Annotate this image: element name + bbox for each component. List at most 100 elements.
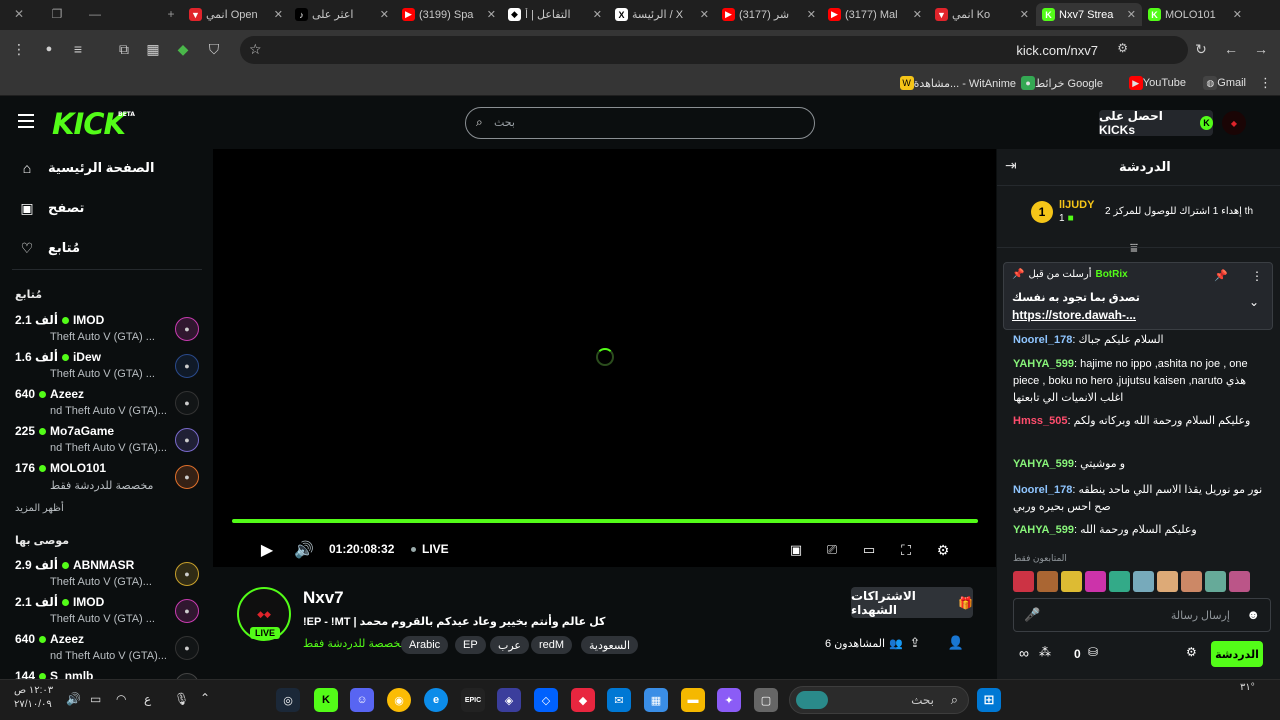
subscriber-avatar[interactable] — [1013, 571, 1034, 592]
channel-item[interactable]: 144S_nmlb● — [0, 669, 212, 679]
chat-username[interactable]: YAHYA_599 — [1013, 524, 1074, 536]
file-explorer-icon[interactable]: ▬ — [681, 688, 705, 712]
playlist-icon[interactable]: ≡ — [67, 38, 89, 60]
unpin-icon[interactable]: 📌 — [1214, 269, 1228, 282]
play-icon[interactable]: ▶ — [256, 539, 278, 561]
search-input[interactable]: ⌕ بحث — [465, 107, 815, 139]
gift-subs-button[interactable]: الاشتراكات الشهداء 🎁 — [851, 587, 973, 618]
subscriber-avatar[interactable] — [1157, 571, 1178, 592]
subscriber-avatar[interactable] — [1037, 571, 1058, 592]
browser-tab[interactable]: K Nxv7 Strea ✕ — [1036, 3, 1142, 26]
stream-category[interactable]: مخصصة للدردشة فقط — [303, 637, 406, 650]
progress-bar[interactable] — [232, 519, 978, 523]
tab-close-icon[interactable]: ✕ — [588, 8, 602, 21]
channel-item[interactable]: 225 Mo7aGame nd Theft Auto V (GTA)... ● — [0, 424, 212, 460]
channel-item[interactable]: 1.6 ألف iDew Theft Auto V (GTA) ... ● — [0, 350, 212, 386]
channel-item[interactable]: 2.9 ألف ABNMASR Theft Auto V (GTA)... ● — [0, 558, 212, 594]
bookmark-google-maps[interactable]: ● خرائط Google — [1016, 74, 1103, 92]
hamburger-menu-icon[interactable] — [18, 114, 34, 128]
chat-username[interactable]: YAHYA_599 — [1013, 458, 1074, 470]
get-kicks-button[interactable]: احصل على KICKs K — [1099, 109, 1213, 137]
bookmark-gmail[interactable]: ◍ Gmail — [1198, 74, 1246, 92]
tab-close-icon[interactable]: ✕ — [269, 8, 283, 21]
weather-temp[interactable]: ٣١° — [1240, 682, 1255, 693]
address-bar[interactable]: ☆ ⚙ kick.com/nxv7 — [240, 36, 1188, 64]
browser-tab[interactable]: ▶ (3177) Mal ✕ — [822, 3, 928, 26]
chat-input[interactable]: 🎤 إرسال رسالة ☻ — [1013, 598, 1271, 632]
extensions-icon[interactable]: ⧉ — [113, 38, 135, 60]
subscriber-avatar[interactable] — [1133, 571, 1154, 592]
tab-close-icon[interactable]: ✕ — [482, 8, 496, 21]
subscriber-avatar[interactable] — [1181, 571, 1202, 592]
outlook-icon[interactable]: ✉ — [607, 688, 631, 712]
browser-tab[interactable]: K MOLO101 ✕ — [1142, 3, 1248, 26]
kick-app-icon[interactable]: K — [314, 688, 338, 712]
bookmark-star-icon[interactable]: ☆ — [249, 41, 262, 58]
channel-item[interactable]: 640 Azeez nd Theft Auto V (GTA)... ● — [0, 387, 212, 423]
nav-browse[interactable]: ▣ تصفح — [18, 197, 84, 219]
dropbox-icon[interactable]: ◇ — [534, 688, 558, 712]
bookmark-youtube[interactable]: ▶ YouTube — [1124, 74, 1186, 92]
microphone-icon[interactable]: 🎤 — [1024, 607, 1040, 623]
kick-logo[interactable]: KICK BETA — [52, 107, 135, 141]
input-language[interactable]: ع — [144, 692, 151, 706]
chat-settings-icon[interactable]: ⚙ — [1186, 645, 1197, 659]
chat-username[interactable]: Hmss_505 — [1013, 415, 1067, 427]
collapse-chat-icon[interactable]: ⇥ — [1005, 157, 1017, 174]
tag[interactable]: redM — [531, 636, 573, 654]
red-app-icon[interactable]: ◆ — [571, 688, 595, 712]
fullscreen-icon[interactable]: ⛶ — [895, 539, 917, 561]
tab-close-icon[interactable]: ✕ — [1228, 8, 1242, 21]
infinity-icon[interactable]: ∞ — [1019, 645, 1029, 661]
subscriber-avatar[interactable] — [1205, 571, 1226, 592]
channel-item[interactable]: 176 MOLO101 مخصصة للدردشة فقط ● — [0, 461, 212, 497]
subscriber-avatar[interactable] — [1085, 571, 1106, 592]
chat-username[interactable]: Noorel_178 — [1013, 484, 1072, 496]
pinned-user[interactable]: BotRix — [1095, 269, 1127, 280]
steam-icon[interactable]: ◎ — [276, 688, 300, 712]
chat-username[interactable]: Noorel_178 — [1013, 334, 1072, 346]
tab-close-icon[interactable]: ✕ — [375, 8, 389, 21]
nav-following[interactable]: ♡ مُتابع — [18, 237, 80, 259]
volume-icon[interactable]: 🔊 — [293, 539, 315, 561]
send-chat-button[interactable]: الدردشة — [1211, 641, 1263, 667]
browser-menu-icon[interactable]: ⋮ — [8, 38, 30, 60]
streamer-name[interactable]: Nxv7 — [303, 588, 344, 608]
chevron-down-icon[interactable]: ⌄ — [1249, 295, 1259, 309]
pinned-link[interactable]: https://store.dawah-... — [1012, 308, 1136, 322]
extension-shield-icon[interactable]: ◆ — [172, 38, 194, 60]
channel-item[interactable]: 2.1 ألف IMOD Theft Auto V (GTA) ... ● — [0, 595, 212, 631]
extension-guard-icon[interactable]: ⛉ — [203, 38, 225, 60]
wifi-icon[interactable]: ◠ — [116, 692, 126, 706]
bookmarks-menu-icon[interactable]: ⋮ — [1259, 74, 1272, 92]
taskview-icon[interactable]: ▢ — [754, 688, 778, 712]
system-clock[interactable]: ١٢:٠٣ ص ٢٧/١٠/٠٩ — [14, 684, 53, 712]
tag[interactable]: السعودية — [581, 636, 639, 654]
minimize-window-icon[interactable]: — — [76, 0, 114, 28]
emoji-icon[interactable]: ☻ — [1246, 607, 1260, 622]
subscriber-avatar[interactable] — [1109, 571, 1130, 592]
more-options-icon[interactable]: ⋮ — [1251, 269, 1263, 283]
copilot-icon[interactable]: ✦ — [717, 688, 741, 712]
back-icon[interactable]: ← — [1220, 38, 1242, 60]
app-icon[interactable]: ◈ — [497, 688, 521, 712]
filter-icon[interactable]: ⩸ — [1130, 240, 1138, 256]
show-more-link[interactable]: أظهر المزيد — [15, 503, 64, 514]
theater-mode-icon[interactable]: ▭ — [858, 539, 880, 561]
gift-leaderboard[interactable]: 1 llJUDY 1 ■ إهداء 1 اشتراك للوصول للمركز… — [997, 187, 1280, 239]
browser-tab[interactable]: ▼ انمي Open ✕ — [183, 3, 289, 26]
settings-gear-icon[interactable]: ⚙ — [932, 539, 954, 561]
points-icon[interactable]: ⛁ — [1088, 645, 1098, 659]
nav-home[interactable]: ⌂ الصفحة الرئيسية — [18, 157, 155, 179]
tab-close-icon[interactable]: ✕ — [802, 8, 816, 21]
tag[interactable]: EP — [455, 636, 486, 654]
browser-tab[interactable]: ◆ التفاعل | أ ✕ — [502, 3, 608, 26]
forward-icon[interactable]: → — [1250, 38, 1272, 60]
reload-icon[interactable]: ↻ — [1190, 38, 1212, 60]
site-settings-icon[interactable]: ⚙ — [1117, 41, 1128, 55]
speaker-icon[interactable]: 🔊 — [66, 692, 81, 706]
bookmark-witanime[interactable]: W مشاهدة... - WitAnime — [895, 74, 1016, 92]
tab-close-icon[interactable]: ✕ — [1015, 8, 1029, 21]
chevron-up-icon[interactable]: ⌃ — [200, 691, 210, 705]
subscriber-avatar[interactable] — [1229, 571, 1250, 592]
